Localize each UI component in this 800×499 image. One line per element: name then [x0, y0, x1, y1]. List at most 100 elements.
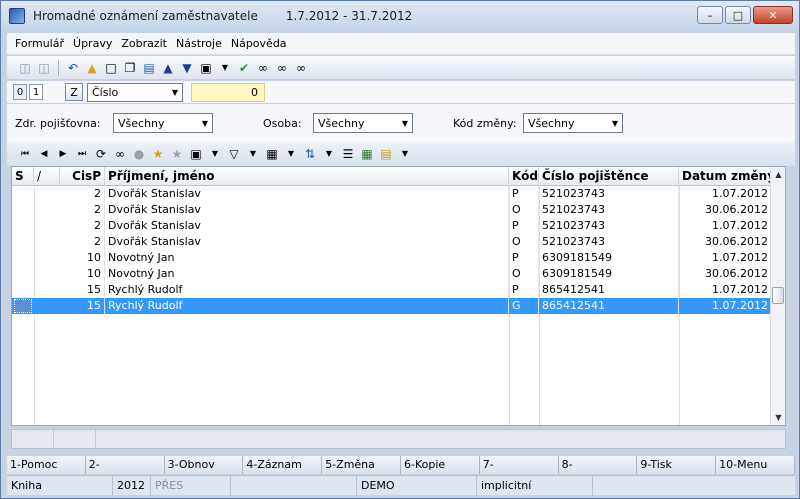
next-record-icon[interactable]: ▶ — [55, 146, 71, 162]
column-header-cislo[interactable]: Číslo pojištěnce — [539, 167, 679, 186]
run-icon[interactable]: ✔ — [236, 60, 252, 76]
undo-icon[interactable]: ↶ — [65, 60, 81, 76]
cell-cislo: 6309181549 — [539, 250, 679, 266]
table-row[interactable]: 2 Dvořák Stanislav O 521023743 30.06.201… — [12, 202, 772, 218]
save-icon[interactable]: ◫ — [17, 60, 33, 76]
find-icon[interactable]: ∞ — [112, 146, 128, 162]
prev-record-icon[interactable]: ◀ — [36, 146, 52, 162]
column-header-s[interactable]: S — [12, 167, 34, 186]
column-header-name[interactable]: Příjmení, jméno — [105, 167, 509, 186]
data-grid[interactable]: S / CisP Příjmení, jméno Kód Číslo pojiš… — [11, 166, 786, 426]
menu-zobrazit[interactable]: Zobrazit — [121, 37, 167, 50]
dropdown-arrow-icon[interactable]: ▼ — [397, 146, 413, 162]
binoculars-prev-icon[interactable]: ∞ — [293, 60, 309, 76]
fkey-8[interactable]: 8- — [558, 456, 638, 474]
new-document-icon[interactable]: □ — [103, 60, 119, 76]
title-bar[interactable]: Hromadné oznámení zaměstnavatele 1.7.201… — [1, 1, 799, 31]
minimize-button[interactable]: – — [697, 6, 723, 24]
fkey-6[interactable]: 6-Kopie — [400, 456, 480, 474]
fkey-7[interactable]: 7- — [479, 456, 559, 474]
function-keys-bar: 1-Pomoc 2- 3-Obnov 4-Záznam 5-Změna 6-Ko… — [7, 456, 795, 474]
fkey-10[interactable]: 10-Menu — [716, 456, 795, 474]
tab-1[interactable]: 1 — [29, 84, 43, 100]
filter-icon[interactable]: ▽ — [226, 146, 242, 162]
table-row[interactable]: 2 Dvořák Stanislav P 521023743 1.07.2012 — [12, 186, 772, 202]
maximize-button[interactable]: □ — [725, 6, 751, 24]
cell-cislo: 865412541 — [539, 298, 679, 314]
first-record-icon[interactable]: ⏮ — [17, 146, 33, 162]
chevron-down-icon: ▼ — [611, 118, 618, 128]
cell-cisp: 2 — [60, 218, 105, 234]
column-header-datum[interactable]: Datum změny — [679, 167, 772, 186]
vertical-scrollbar[interactable]: ▲ ▼ — [770, 167, 785, 425]
open-folder-icon[interactable]: ▲ — [84, 60, 100, 76]
last-record-icon[interactable]: ⏭ — [74, 146, 90, 162]
save-as-icon[interactable]: ◫ — [36, 60, 52, 76]
scroll-down-icon[interactable]: ▼ — [771, 410, 785, 425]
menu-formular[interactable]: Formulář — [15, 37, 64, 50]
fkey-2[interactable]: 2- — [85, 456, 165, 474]
table-row-selected[interactable]: 15 Rychlý Rudolf G 865412541 1.07.2012 — [12, 298, 772, 314]
dropdown-arrow-icon[interactable]: ▼ — [217, 60, 233, 76]
sort-value-input[interactable]: 0 — [191, 82, 265, 102]
kod-zmeny-select[interactable]: Všechny ▼ — [523, 113, 623, 133]
copy-icon[interactable]: ❐ — [122, 60, 138, 76]
menu-nastroje[interactable]: Nástroje — [176, 37, 222, 50]
lock-icon[interactable]: ● — [131, 146, 147, 162]
osoba-select[interactable]: Všechny ▼ — [313, 113, 413, 133]
cell-kod: P — [509, 250, 539, 266]
column-header-kod[interactable]: Kód — [509, 167, 539, 186]
fkey-3[interactable]: 3-Obnov — [164, 456, 244, 474]
tab-0[interactable]: 0 — [13, 84, 27, 100]
fkey-9[interactable]: 9-Tisk — [637, 456, 717, 474]
binoculars-next-icon[interactable]: ∞ — [274, 60, 290, 76]
fkey-5[interactable]: 5-Změna — [322, 456, 401, 474]
book-icon[interactable]: ▤ — [141, 60, 157, 76]
list-icon[interactable]: ☰ — [340, 146, 356, 162]
scroll-up-icon[interactable]: ▲ — [771, 167, 785, 182]
sort-az-icon[interactable]: ⇅ — [302, 146, 318, 162]
excel-icon[interactable]: ▦ — [359, 146, 375, 162]
fkey-4[interactable]: 4-Záznam — [243, 456, 323, 474]
add-star-icon[interactable]: ★ — [150, 146, 166, 162]
menu-napoveda[interactable]: Nápověda — [231, 37, 287, 50]
close-button[interactable]: ✕ — [753, 6, 793, 24]
column-header-cisp[interactable]: CisP — [60, 167, 105, 186]
columns-icon[interactable]: ▦ — [264, 146, 280, 162]
binoculars-icon[interactable]: ∞ — [255, 60, 271, 76]
table-row[interactable]: 2 Dvořák Stanislav P 521023743 1.07.2012 — [12, 218, 772, 234]
table-row[interactable]: 15 Rychlý Rudolf P 865412541 1.07.2012 — [12, 282, 772, 298]
table-row[interactable]: 10 Novotný Jan O 6309181549 30.06.2012 — [12, 266, 772, 282]
window-controls: – □ ✕ — [697, 6, 793, 24]
status-empty — [593, 476, 795, 496]
dropdown-arrow-icon[interactable]: ▼ — [283, 146, 299, 162]
camera-icon[interactable]: ▣ — [188, 146, 204, 162]
table-row[interactable]: 2 Dvořák Stanislav O 521023743 30.06.201… — [12, 234, 772, 250]
camera-icon[interactable]: ▣ — [198, 60, 214, 76]
summary-cell — [54, 430, 96, 448]
zdr-pojistovna-select[interactable]: Všechny ▼ — [113, 113, 213, 133]
column-header-mark[interactable]: / — [34, 167, 60, 186]
summary-row — [11, 429, 786, 449]
cell-datum: 1.07.2012 — [679, 282, 772, 298]
z-button[interactable]: Z — [65, 83, 83, 101]
toolbar-separator — [58, 59, 59, 76]
table-row[interactable]: 10 Novotný Jan P 6309181549 1.07.2012 — [12, 250, 772, 266]
arrow-up-icon[interactable]: ▲ — [160, 60, 176, 76]
sort-field-select[interactable]: Číslo ▼ — [87, 82, 183, 102]
filter-row: Zdr. pojišťovna: Všechny ▼ Osoba: Všechn… — [7, 104, 795, 142]
menu-upravy[interactable]: Úpravy — [73, 37, 112, 50]
dropdown-arrow-icon[interactable]: ▼ — [245, 146, 261, 162]
fkey-1[interactable]: 1-Pomoc — [7, 456, 86, 474]
remove-icon[interactable]: ★ — [169, 146, 185, 162]
scroll-thumb[interactable] — [772, 287, 784, 304]
cell-cislo: 521023743 — [539, 202, 679, 218]
dropdown-arrow-icon[interactable]: ▼ — [321, 146, 337, 162]
arrow-down-icon[interactable]: ▼ — [179, 60, 195, 76]
report-icon[interactable]: ▤ — [378, 146, 394, 162]
sort-field-value: Číslo — [92, 85, 119, 99]
cell-cisp: 2 — [60, 234, 105, 250]
dropdown-arrow-icon[interactable]: ▼ — [207, 146, 223, 162]
refresh-icon[interactable]: ⟳ — [93, 146, 109, 162]
kod-zmeny-label: Kód změny: — [453, 117, 517, 130]
